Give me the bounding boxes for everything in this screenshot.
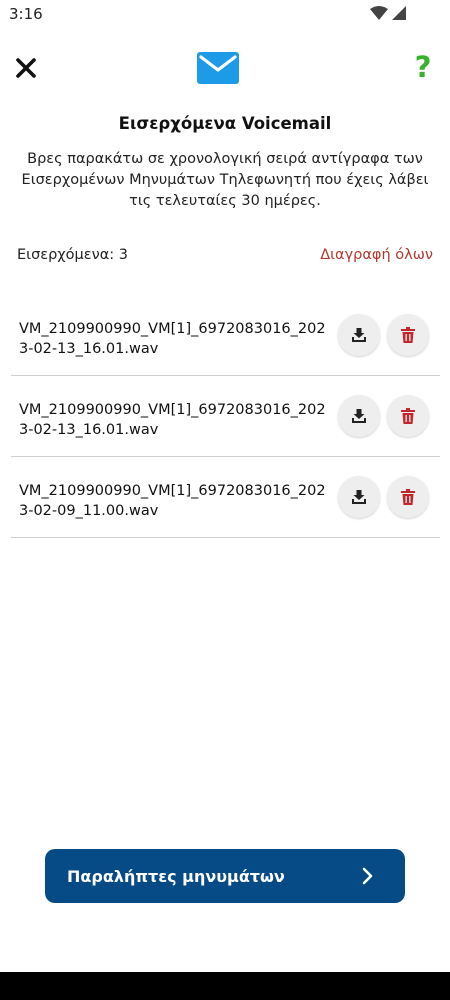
delete-button[interactable] (387, 395, 429, 437)
chevron-right-icon (362, 867, 373, 885)
file-name: VM_2109900990_VM[1]_6972083016_2023-02-0… (19, 483, 326, 519)
inbox-count: Εισερχόμενα: 3 (17, 247, 128, 263)
delete-button[interactable] (387, 314, 429, 356)
download-icon (352, 409, 366, 423)
help-button[interactable]: ? (410, 50, 436, 84)
page-description: Βρες παρακάτω σε χρονολογική σειρά αντίγ… (21, 151, 429, 209)
status-icons (370, 6, 406, 20)
recipients-label: Παραλήπτες μηνυμάτων (67, 867, 285, 886)
message-recipients-button[interactable]: Παραλήπτες μηνυμάτων (45, 849, 405, 903)
download-icon (352, 490, 366, 504)
file-name: VM_2109900990_VM[1]_6972083016_2023-02-1… (19, 402, 326, 438)
download-button[interactable] (338, 395, 380, 437)
close-button[interactable] (12, 54, 40, 82)
download-button[interactable] (338, 476, 380, 518)
signal-icon (392, 6, 406, 20)
system-nav-bar (0, 972, 450, 1000)
mail-icon (196, 50, 240, 86)
download-button[interactable] (338, 314, 380, 356)
page-title: Εισερχόμενα Voicemail (118, 114, 332, 133)
list-item: VM_2109900990_VM[1]_6972083016_2023-02-1… (11, 295, 440, 376)
file-name: VM_2109900990_VM[1]_6972083016_2023-02-1… (19, 321, 326, 357)
status-bar: 3:16 (0, 0, 450, 28)
voicemail-list: VM_2109900990_VM[1]_6972083016_2023-02-1… (11, 295, 440, 538)
download-icon (352, 328, 366, 342)
wifi-icon (370, 6, 388, 20)
trash-icon (401, 489, 415, 505)
list-item: VM_2109900990_VM[1]_6972083016_2023-02-1… (11, 376, 440, 457)
trash-icon (401, 327, 415, 343)
status-time: 3:16 (9, 5, 43, 23)
close-icon (16, 58, 36, 78)
trash-icon (401, 408, 415, 424)
list-item: VM_2109900990_VM[1]_6972083016_2023-02-0… (11, 457, 440, 538)
delete-button[interactable] (387, 476, 429, 518)
delete-all-button[interactable]: Διαγραφή όλων (320, 247, 433, 263)
